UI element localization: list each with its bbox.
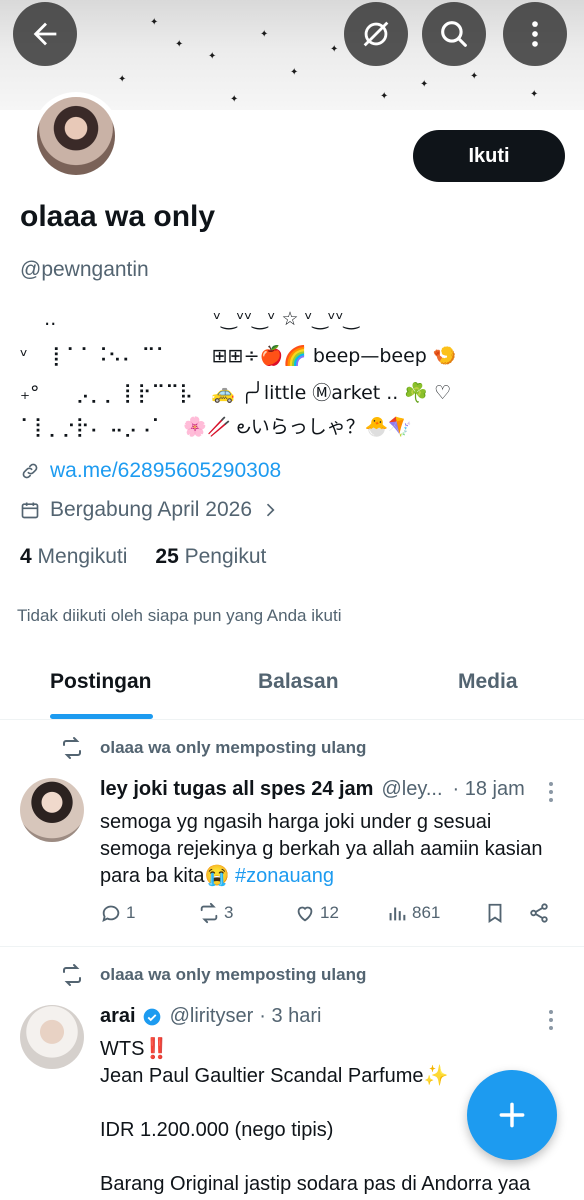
repost-icon <box>63 964 81 986</box>
reply-icon <box>102 905 120 923</box>
views-icon <box>389 907 406 921</box>
following-stat[interactable]: 4 Mengikuti <box>20 545 127 569</box>
following-label: Mengikuti <box>37 545 128 568</box>
reply-button[interactable]: 1 <box>100 902 135 924</box>
tab-balasan[interactable]: Balasan <box>258 670 339 694</box>
profile-handle: @pewngantin <box>20 258 149 281</box>
bio-line: ⠁⡇⡀⡐⡗⠄ ⠤⡠⠠⠁ 🌸🥢 ౿いらっしゃ？🐣🪁 <box>20 416 413 438</box>
tab-media[interactable]: Media <box>458 670 518 694</box>
post-text-line: semoga rejekinya g berkah ya allah aamii… <box>100 838 543 860</box>
post-time: · 3 hari <box>259 1005 322 1027</box>
arrow-left-icon <box>33 22 57 46</box>
back-button[interactable] <box>13 2 77 66</box>
repost-text: olaaa wa only memposting ulang <box>100 965 367 984</box>
verified-badge-icon <box>142 1007 162 1027</box>
followers-label: Pengikut <box>184 545 267 568</box>
repost-count: 3 <box>224 903 234 922</box>
follow-stats: 4 Mengikuti 25 Pengikut <box>20 545 266 569</box>
post-more-button[interactable] <box>546 1010 556 1034</box>
post-text-line: semoga yg ngasih harga joki under g sesu… <box>100 811 492 833</box>
post-text-line: Barang Original jastip sodara pas di And… <box>100 1173 531 1195</box>
post-text-segment: para ba kita😭 <box>100 865 230 887</box>
more-options-button[interactable] <box>503 2 567 66</box>
like-count: 12 <box>320 903 339 922</box>
heart-icon <box>297 906 313 922</box>
grok-button[interactable] <box>344 2 408 66</box>
joined-row[interactable]: Bergabung April 2026 <box>20 498 280 522</box>
profile-avatar[interactable] <box>32 92 120 180</box>
repost-text: olaaa wa only memposting ulang <box>100 738 367 757</box>
avatar-image <box>37 97 115 175</box>
followers-count: 25 <box>155 545 179 568</box>
share-icon <box>530 903 548 923</box>
active-tab-indicator <box>50 714 153 719</box>
post-header: arai @lirityser · 3 hari <box>100 1005 321 1028</box>
repost-button[interactable]: 3 <box>198 902 233 924</box>
post-header: ley joki tugas all spes 24 jam @ley... ·… <box>100 778 525 801</box>
compose-post-button[interactable] <box>467 1070 557 1160</box>
post-actions: 1 3 12 861 <box>100 902 560 932</box>
like-button[interactable]: 12 <box>294 902 339 924</box>
hashtag-link[interactable]: #zonauang <box>235 865 334 887</box>
bio-line: ᵛ ⡇⠁⠁⠨⠢⠄ ⠉⠁ ⊞⊞÷🍎🌈 beep—beep 🍤 <box>20 345 457 367</box>
profile-link[interactable]: wa.me/62895605290308 <box>50 459 281 483</box>
followers-stat[interactable]: 25 Pengikut <box>155 545 266 569</box>
repost-icon <box>200 902 218 924</box>
reply-count: 1 <box>126 903 136 922</box>
post-time: · 18 jam <box>452 778 525 800</box>
repost-indicator[interactable]: olaaa wa only memposting ulang <box>60 736 366 760</box>
post-author-handle[interactable]: @lirityser <box>170 1005 254 1028</box>
post-text-line: para ba kita😭 #zonauang <box>100 863 570 890</box>
repost-indicator[interactable]: olaaa wa only memposting ulang <box>60 963 366 987</box>
repost-icon <box>63 737 81 759</box>
post-text: semoga yg ngasih harga joki under g sesu… <box>100 809 570 890</box>
bio-line: ₊° ⡠⡀⡀ ⡇⡗⠉⠉⡧ 🚕 ╭╯little Ⓜarket .. ☘️ ♡ <box>20 382 452 404</box>
share-button[interactable] <box>528 902 554 924</box>
bio-line: .. ᵛ‿ᵛᵛ‿ᵛ ☆ ᵛ‿ᵛᵛ‿ <box>20 308 359 330</box>
search-button[interactable] <box>422 2 486 66</box>
bookmark-button[interactable] <box>484 902 510 924</box>
post-divider <box>0 946 584 947</box>
chevron-right-icon <box>266 503 275 517</box>
more-vertical-icon <box>532 21 538 47</box>
bookmark-icon <box>488 903 502 923</box>
tab-postingan[interactable]: Postingan <box>50 670 152 694</box>
plus-icon <box>499 1102 525 1128</box>
profile-link-row: wa.me/62895605290308 <box>20 459 281 483</box>
link-icon <box>22 463 38 479</box>
views-count: 861 <box>412 903 441 922</box>
post-more-button[interactable] <box>546 782 556 806</box>
grok-icon <box>363 21 389 47</box>
post-author-handle[interactable]: @ley... <box>381 778 442 801</box>
profile-tabs: Postingan Balasan Media <box>0 660 584 720</box>
following-count: 4 <box>20 545 32 568</box>
display-name: olaaa wa only <box>20 200 216 233</box>
post-author-name[interactable]: arai <box>100 1005 136 1028</box>
post-author-avatar[interactable] <box>20 1005 84 1069</box>
search-icon <box>441 21 467 47</box>
follow-button[interactable]: Ikuti <box>413 130 565 182</box>
post-author-avatar[interactable] <box>20 778 84 842</box>
views-button[interactable]: 861 <box>386 902 440 924</box>
not-followed-note: Tidak diikuti oleh siapa pun yang Anda i… <box>17 606 342 625</box>
joined-date: Bergabung April 2026 <box>50 498 252 521</box>
calendar-icon <box>21 502 39 519</box>
post-text-line: WTS‼️ <box>100 1038 170 1060</box>
post-author-name[interactable]: ley joki tugas all spes 24 jam <box>100 778 373 801</box>
